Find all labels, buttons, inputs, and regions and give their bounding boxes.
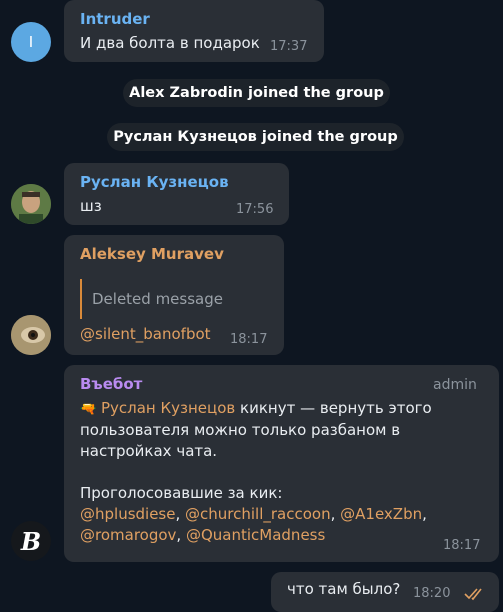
avatar[interactable] bbox=[11, 315, 51, 355]
user-mention[interactable]: Руслан Кузнецов bbox=[101, 399, 235, 417]
message-text: что там было? bbox=[287, 580, 401, 598]
message-text: И два болта в подарок bbox=[80, 34, 260, 52]
message-time: 17:56 bbox=[236, 202, 274, 217]
message-time: 18:20 bbox=[413, 586, 451, 601]
message-time: 18:17 bbox=[230, 332, 268, 347]
message-bubble[interactable]: Aleksey Muravev Deleted message @silent_… bbox=[64, 235, 284, 355]
avatar[interactable]: B bbox=[11, 521, 51, 561]
quote-text: Deleted message bbox=[92, 290, 223, 308]
message-bubble[interactable]: Руслан Кузнецов шз 17:56 bbox=[64, 163, 289, 225]
sender-name[interactable]: Руслан Кузнецов bbox=[80, 173, 229, 191]
admin-badge: admin bbox=[433, 377, 477, 393]
sender-name[interactable]: Aleksey Muravev bbox=[80, 245, 224, 263]
message-bubble[interactable]: Въебот admin 🔫 Руслан Кузнецов кикнут — … bbox=[64, 365, 499, 562]
bot-logo-icon: B bbox=[20, 526, 42, 556]
message-text: 🔫 Руслан Кузнецов кикнут — вернуть этого… bbox=[80, 399, 432, 544]
message-time: 17:37 bbox=[270, 39, 308, 54]
gun-emoji: 🔫 bbox=[80, 402, 97, 417]
user-mention[interactable]: @A1exZbn bbox=[340, 505, 422, 523]
double-check-read-icon bbox=[464, 588, 482, 601]
avatar[interactable] bbox=[11, 184, 51, 224]
message-time: 18:17 bbox=[443, 538, 481, 553]
mention-link[interactable]: @silent_banofbot bbox=[80, 324, 211, 345]
user-photo-icon bbox=[11, 184, 51, 224]
avatar-letter: I bbox=[28, 33, 34, 51]
user-mention[interactable]: @churchill_raccoon bbox=[185, 505, 331, 523]
sender-name[interactable]: Intruder bbox=[80, 10, 150, 28]
message-text: шз bbox=[80, 197, 102, 215]
sender-name[interactable]: Въебот bbox=[80, 375, 142, 393]
user-photo-icon bbox=[11, 315, 51, 355]
message-bubble[interactable]: Intruder И два болта в подарок 17:37 bbox=[64, 0, 324, 62]
user-mention[interactable]: @QuanticMadness bbox=[186, 526, 325, 544]
avatar[interactable]: I bbox=[11, 22, 51, 62]
user-mention[interactable]: @hplusdiese bbox=[80, 505, 175, 523]
user-mention[interactable]: @romarogov bbox=[80, 526, 176, 544]
outgoing-message-bubble[interactable]: что там было? 18:20 bbox=[271, 572, 499, 612]
service-message: Alex Zabrodin joined the group bbox=[123, 79, 390, 107]
service-message: Руслан Кузнецов joined the group bbox=[107, 123, 404, 151]
reply-quote[interactable]: Deleted message bbox=[80, 279, 223, 319]
